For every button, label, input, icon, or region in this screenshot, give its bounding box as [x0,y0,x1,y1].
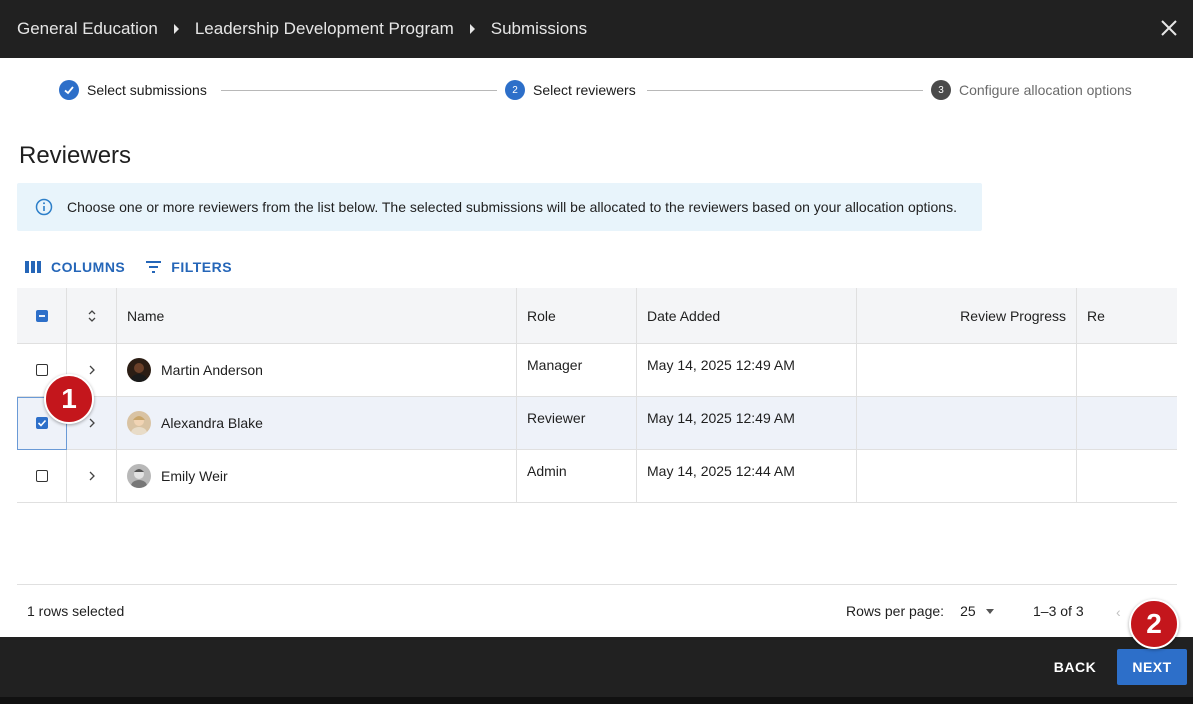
expand-all-cell [67,288,117,343]
filters-label: FILTERS [171,259,233,275]
grid-toolbar: COLUMNS FILTERS [24,259,252,275]
step-number: 3 [931,80,951,100]
page-title: Reviewers [19,142,132,169]
review-progress-cell [857,397,1077,449]
breadcrumb-separator-icon [173,24,179,34]
sort-icon[interactable] [87,308,97,324]
name-cell: Martin Anderson [117,344,517,396]
role-cell: Admin [517,450,637,502]
action-bar [0,637,1193,704]
step-connector [647,90,923,91]
breadcrumb-program[interactable]: Leadership Development Program [195,19,454,39]
review-progress-cell [857,344,1077,396]
review-progress-cell [857,450,1077,502]
step-select-reviewers: 2 Select reviewers [505,80,636,100]
info-icon [35,198,53,216]
extra-cell [1077,344,1177,396]
rows-per-page-select[interactable]: 25 [960,603,994,619]
step-label: Configure allocation options [959,82,1132,98]
name-cell: Alexandra Blake [117,397,517,449]
step-label: Select reviewers [533,82,636,98]
table-header-row: Name Role Date Added Review Progress Re [17,288,1177,344]
table-row[interactable]: Martin Anderson Manager May 14, 2025 12:… [17,344,1177,397]
row-expand-cell [67,450,117,502]
extra-cell [1077,397,1177,449]
column-header-review-progress[interactable]: Review Progress [857,288,1077,343]
next-button[interactable]: NEXT [1117,649,1187,685]
avatar [127,464,151,488]
info-text: Choose one or more reviewers from the li… [67,199,957,215]
check-icon [59,80,79,100]
row-checkbox[interactable] [35,364,48,376]
breadcrumb-general-education[interactable]: General Education [17,19,158,39]
close-icon[interactable] [1158,17,1180,39]
role-cell: Manager [517,344,637,396]
rows-per-page-value: 25 [960,603,976,619]
step-select-submissions: Select submissions [59,80,207,100]
extra-cell [1077,450,1177,502]
row-checkbox[interactable] [35,470,48,482]
rows-selected-count: 1 rows selected [27,603,125,619]
column-header-date-added[interactable]: Date Added [637,288,857,343]
stepper: Select submissions 2 Select reviewers 3 … [59,80,1139,102]
reviewers-table: Name Role Date Added Review Progress Re … [17,288,1177,503]
table-footer-divider [17,584,1177,585]
columns-label: COLUMNS [51,259,126,275]
table-row[interactable]: Alexandra Blake Reviewer May 14, 2025 12… [17,397,1177,450]
column-header-role[interactable]: Role [517,288,637,343]
date-added-cell: May 14, 2025 12:44 AM [637,450,857,502]
step-connector [221,90,497,91]
columns-icon [25,261,41,273]
step-number: 2 [505,80,525,100]
step-label: Select submissions [87,82,207,98]
avatar [127,411,151,435]
rows-per-page-label: Rows per page: [846,603,945,619]
rows-per-page: Rows per page: 25 [846,603,994,619]
back-button[interactable]: BACK [1045,650,1105,684]
reviewer-name: Emily Weir [161,468,228,484]
breadcrumb-separator-icon [469,24,475,34]
caret-down-icon [985,608,994,614]
column-header-name[interactable]: Name [117,288,517,343]
table-row[interactable]: Emily Weir Admin May 14, 2025 12:44 AM [17,450,1177,503]
chevron-right-icon[interactable] [88,364,96,376]
name-cell: Emily Weir [117,450,517,502]
previous-page-icon[interactable]: ‹ [1116,604,1121,620]
reviewer-name: Martin Anderson [161,362,263,378]
row-select-cell [17,450,67,502]
date-added-cell: May 14, 2025 12:49 AM [637,344,857,396]
bottom-strip [0,697,1193,704]
select-all-checkbox[interactable] [35,309,48,322]
annotation-badge-2: 2 [1129,599,1179,649]
avatar [127,358,151,382]
select-all-cell [17,288,67,343]
annotation-badge-1: 1 [44,374,94,424]
reviewer-name: Alexandra Blake [161,415,263,431]
chevron-right-icon[interactable] [88,417,96,429]
top-header: General Education Leadership Development… [0,0,1193,58]
column-header-extra[interactable]: Re [1077,288,1177,343]
pagination-range: 1–3 of 3 [1033,603,1084,619]
columns-button[interactable]: COLUMNS [24,259,125,275]
step-configure-allocation: 3 Configure allocation options [931,80,1132,100]
filter-icon [146,261,162,273]
filters-button[interactable]: FILTERS [145,259,232,275]
role-cell: Reviewer [517,397,637,449]
breadcrumb-submissions: Submissions [490,19,588,38]
info-banner: Choose one or more reviewers from the li… [17,183,982,231]
date-added-cell: May 14, 2025 12:49 AM [637,397,857,449]
chevron-right-icon[interactable] [88,470,96,482]
